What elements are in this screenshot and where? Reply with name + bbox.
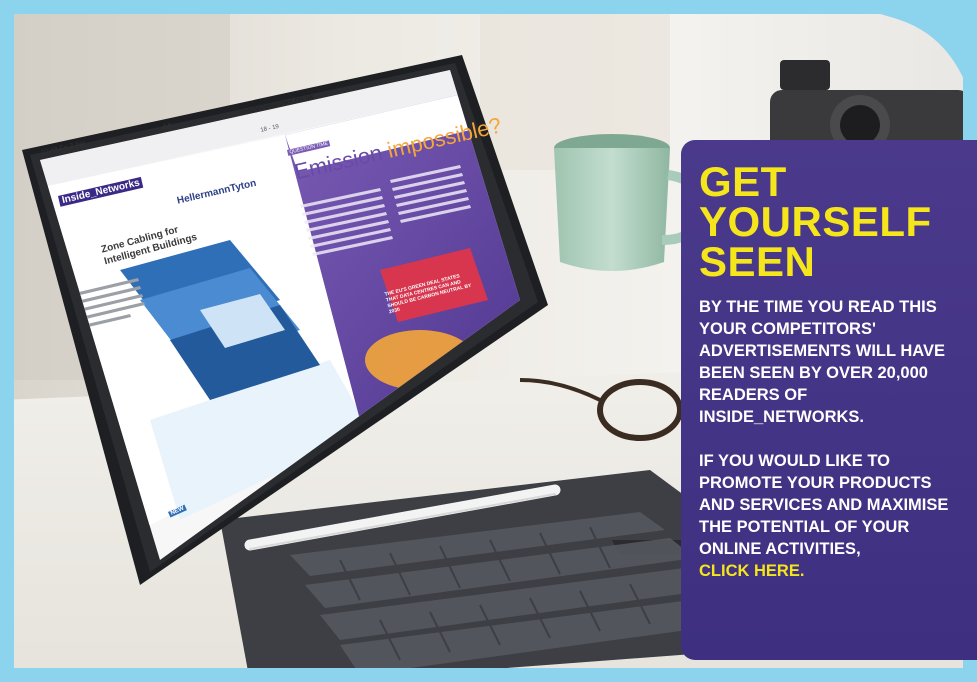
advert-panel[interactable]: GET YOURSELF SEEN BY THE TIME YOU READ T… <box>681 140 977 660</box>
ad-canvas: 10:48 Fri 3 Apr AA insidenetworks.co.uk … <box>0 0 977 682</box>
click-here-link[interactable]: CLICK HERE. <box>699 562 804 580</box>
ad-paragraph-readership: BY THE TIME YOU READ THIS YOUR COMPETITO… <box>699 298 945 426</box>
ad-headline: GET YOURSELF SEEN <box>699 158 932 285</box>
ad-paragraph-promote-text: IF YOU WOULD LIKE TO PROMOTE YOUR PRODUC… <box>699 452 949 558</box>
ad-paragraph-promote: IF YOU WOULD LIKE TO PROMOTE YOUR PRODUC… <box>699 450 961 582</box>
